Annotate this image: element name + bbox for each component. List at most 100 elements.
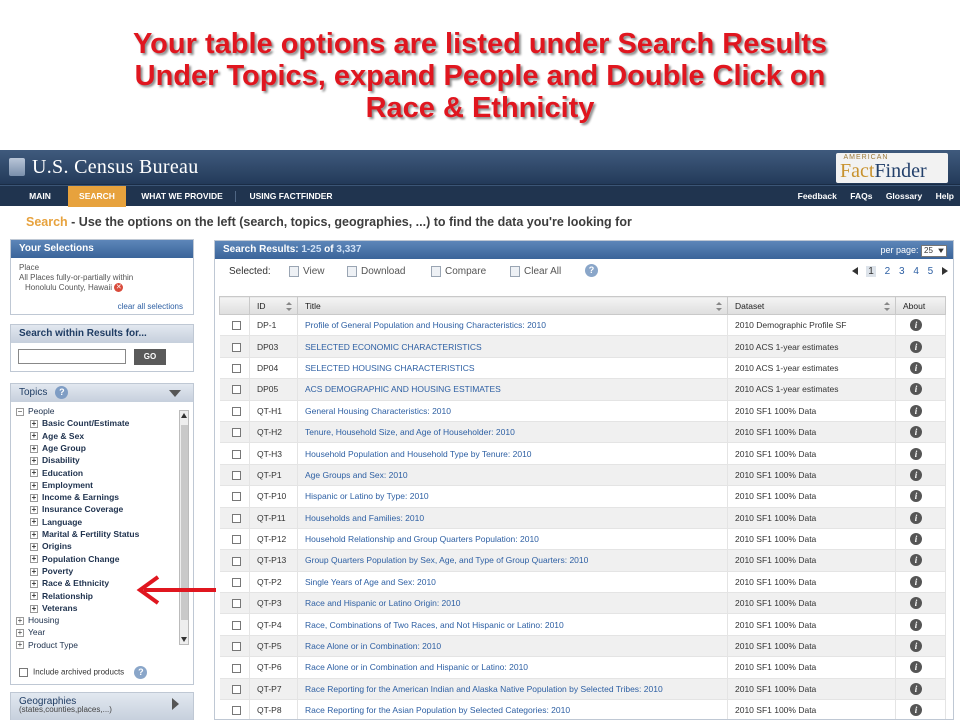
sort-id-icon[interactable] [286,302,292,311]
topic-product-type[interactable]: + Product Type [16,639,78,651]
page-3[interactable]: 3 [899,266,905,277]
info-icon[interactable]: i [910,426,922,439]
collapse-icon[interactable]: − [16,407,24,416]
row-title-link[interactable]: SELECTED ECONOMIC CHARACTERISTICS [297,335,728,358]
info-icon[interactable]: i [910,468,922,481]
clear-all-button[interactable]: Clear All [510,266,561,277]
table-row[interactable]: QT-P1 Age Groups and Sex: 2010 2010 SF1 10… [219,464,946,487]
info-icon[interactable]: i [910,383,922,396]
table-row[interactable]: QT-P12 Household Relationship and Group Q… [219,528,946,551]
topic-basic-count-estimate[interactable]: + Basic Count/Estimate [30,417,129,429]
row-title-link[interactable]: Group Quarters Population by Sex, Age, a… [297,549,728,572]
row-title-link[interactable]: Race and Hispanic or Latino Origin: 2010 [297,592,728,615]
topics-help-icon[interactable]: ? [55,385,69,399]
table-row[interactable]: QT-P13 Group Quarters Population by Sex, … [219,549,946,572]
row-title-link[interactable]: Race Alone or in Combination: 2010 [297,635,728,658]
topic-education[interactable]: + Education [30,467,83,479]
row-checkbox[interactable] [231,492,241,502]
row-title-link[interactable]: SELECTED HOUSING CHARACTERISTICS [297,357,728,380]
row-title-link[interactable]: Race Alone or in Combination and Hispani… [297,656,728,679]
view-button[interactable]: View [289,266,325,277]
expand-icon[interactable]: + [16,629,24,638]
row-title-link[interactable]: General Housing Characteristics: 2010 [297,400,728,422]
expand-icon[interactable]: + [30,530,38,539]
sort-dataset-icon[interactable] [884,302,890,311]
nav-search[interactable]: SEARCH [68,186,126,207]
remove-selection-icon[interactable]: ✕ [114,283,124,293]
collapse-topics-icon[interactable] [169,390,181,397]
row-title-link[interactable]: Household Relationship and Group Quarter… [297,528,728,551]
row-checkbox[interactable] [231,578,241,587]
clear-all-selections-link[interactable]: clear all selections [118,302,183,311]
expand-icon[interactable]: + [30,469,38,478]
topic-employment[interactable]: + Employment [30,479,93,491]
row-checkbox[interactable] [231,642,241,652]
table-row[interactable]: DP04 SELECTED HOUSING CHARACTERISTICS 2010… [219,357,946,380]
table-row[interactable]: QT-P4 Race, Combinations of Two Races, an… [219,613,946,636]
table-row[interactable]: QT-H1 General Housing Characteristics: 20… [219,400,946,422]
download-button[interactable]: Download [347,266,405,277]
row-checkbox[interactable] [231,663,241,673]
row-title-link[interactable]: Race Reporting for the Asian Population … [297,699,728,719]
topic-insurance-coverage[interactable]: + Insurance Coverage [30,503,123,515]
compare-button[interactable]: Compare [431,266,486,277]
info-icon[interactable]: i [910,597,922,610]
nav-feedback[interactable]: Feedback [798,191,837,201]
expand-icon[interactable]: + [16,641,24,650]
geographies-panel[interactable]: Geographies (states,counties,places,...) [10,692,194,720]
row-title-link[interactable]: Age Groups and Sex: 2010 [297,464,728,487]
page-1[interactable]: 1 [866,266,876,277]
row-checkbox[interactable] [231,556,241,566]
table-row[interactable]: QT-P10 Hispanic or Latino by Type: 2010 20… [219,485,946,508]
topic-year[interactable]: + Year [16,626,45,638]
row-checkbox[interactable] [231,364,241,374]
topic-disability[interactable]: + Disability [30,454,80,466]
row-checkbox[interactable] [231,513,241,523]
scroll-down-icon[interactable] [181,637,187,642]
expand-icon[interactable]: + [30,592,38,601]
row-checkbox[interactable] [231,385,241,395]
info-icon[interactable]: i [910,554,922,567]
expand-icon[interactable]: + [30,481,38,490]
archived-help-icon[interactable]: ? [134,666,148,679]
scroll-up-icon[interactable] [181,413,187,418]
expand-icon[interactable]: + [30,543,38,552]
topic-income-earnings[interactable]: + Income & Earnings [30,491,119,503]
expand-icon[interactable]: + [30,604,38,613]
row-checkbox[interactable] [231,428,241,438]
row-checkbox[interactable] [231,406,241,416]
col-dataset[interactable]: Dataset [727,296,896,315]
per-page-select[interactable]: 25 [921,244,947,257]
info-icon[interactable]: i [910,640,922,653]
search-within-input[interactable] [18,349,126,364]
row-title-link[interactable]: Profile of General Population and Housin… [297,314,728,337]
info-icon[interactable]: i [910,575,922,588]
row-title-link[interactable]: Tenure, Household Size, and Age of House… [297,421,728,444]
topic-people[interactable]: − People [16,405,54,417]
expand-icon[interactable]: + [30,420,38,429]
info-icon[interactable]: i [910,618,922,631]
expand-icon[interactable]: + [30,506,38,515]
row-checkbox[interactable] [231,449,241,459]
row-checkbox[interactable] [231,535,241,545]
row-title-link[interactable]: Hispanic or Latino by Type: 2010 [297,485,728,508]
topic-marital-fertility-status[interactable]: + Marital & Fertility Status [30,528,139,540]
table-row[interactable]: QT-P5 Race Alone or in Combination: 2010 2… [219,635,946,658]
expand-icon[interactable]: + [30,493,38,502]
expand-icon[interactable]: + [30,555,38,564]
nav-glossary[interactable]: Glossary [886,191,922,201]
row-title-link[interactable]: ACS DEMOGRAPHIC AND HOUSING ESTIMATES [297,378,728,401]
row-checkbox[interactable] [231,684,241,694]
col-title[interactable]: Title [297,296,728,315]
factfinder-logo[interactable]: AMERICAN FactFinder [836,153,948,183]
info-icon[interactable]: i [910,319,922,332]
page-5[interactable]: 5 [928,266,934,277]
row-title-link[interactable]: Single Years of Age and Sex: 2010 [297,571,728,594]
expand-icon[interactable]: + [30,579,38,588]
page-4[interactable]: 4 [913,266,919,277]
topic-age-sex[interactable]: + Age & Sex [30,430,84,442]
go-button[interactable]: GO [134,349,166,365]
col-id[interactable]: ID [249,296,298,315]
table-row[interactable]: QT-P7 Race Reporting for the American Ind… [219,678,946,701]
include-archived-checkbox[interactable] [19,668,28,677]
